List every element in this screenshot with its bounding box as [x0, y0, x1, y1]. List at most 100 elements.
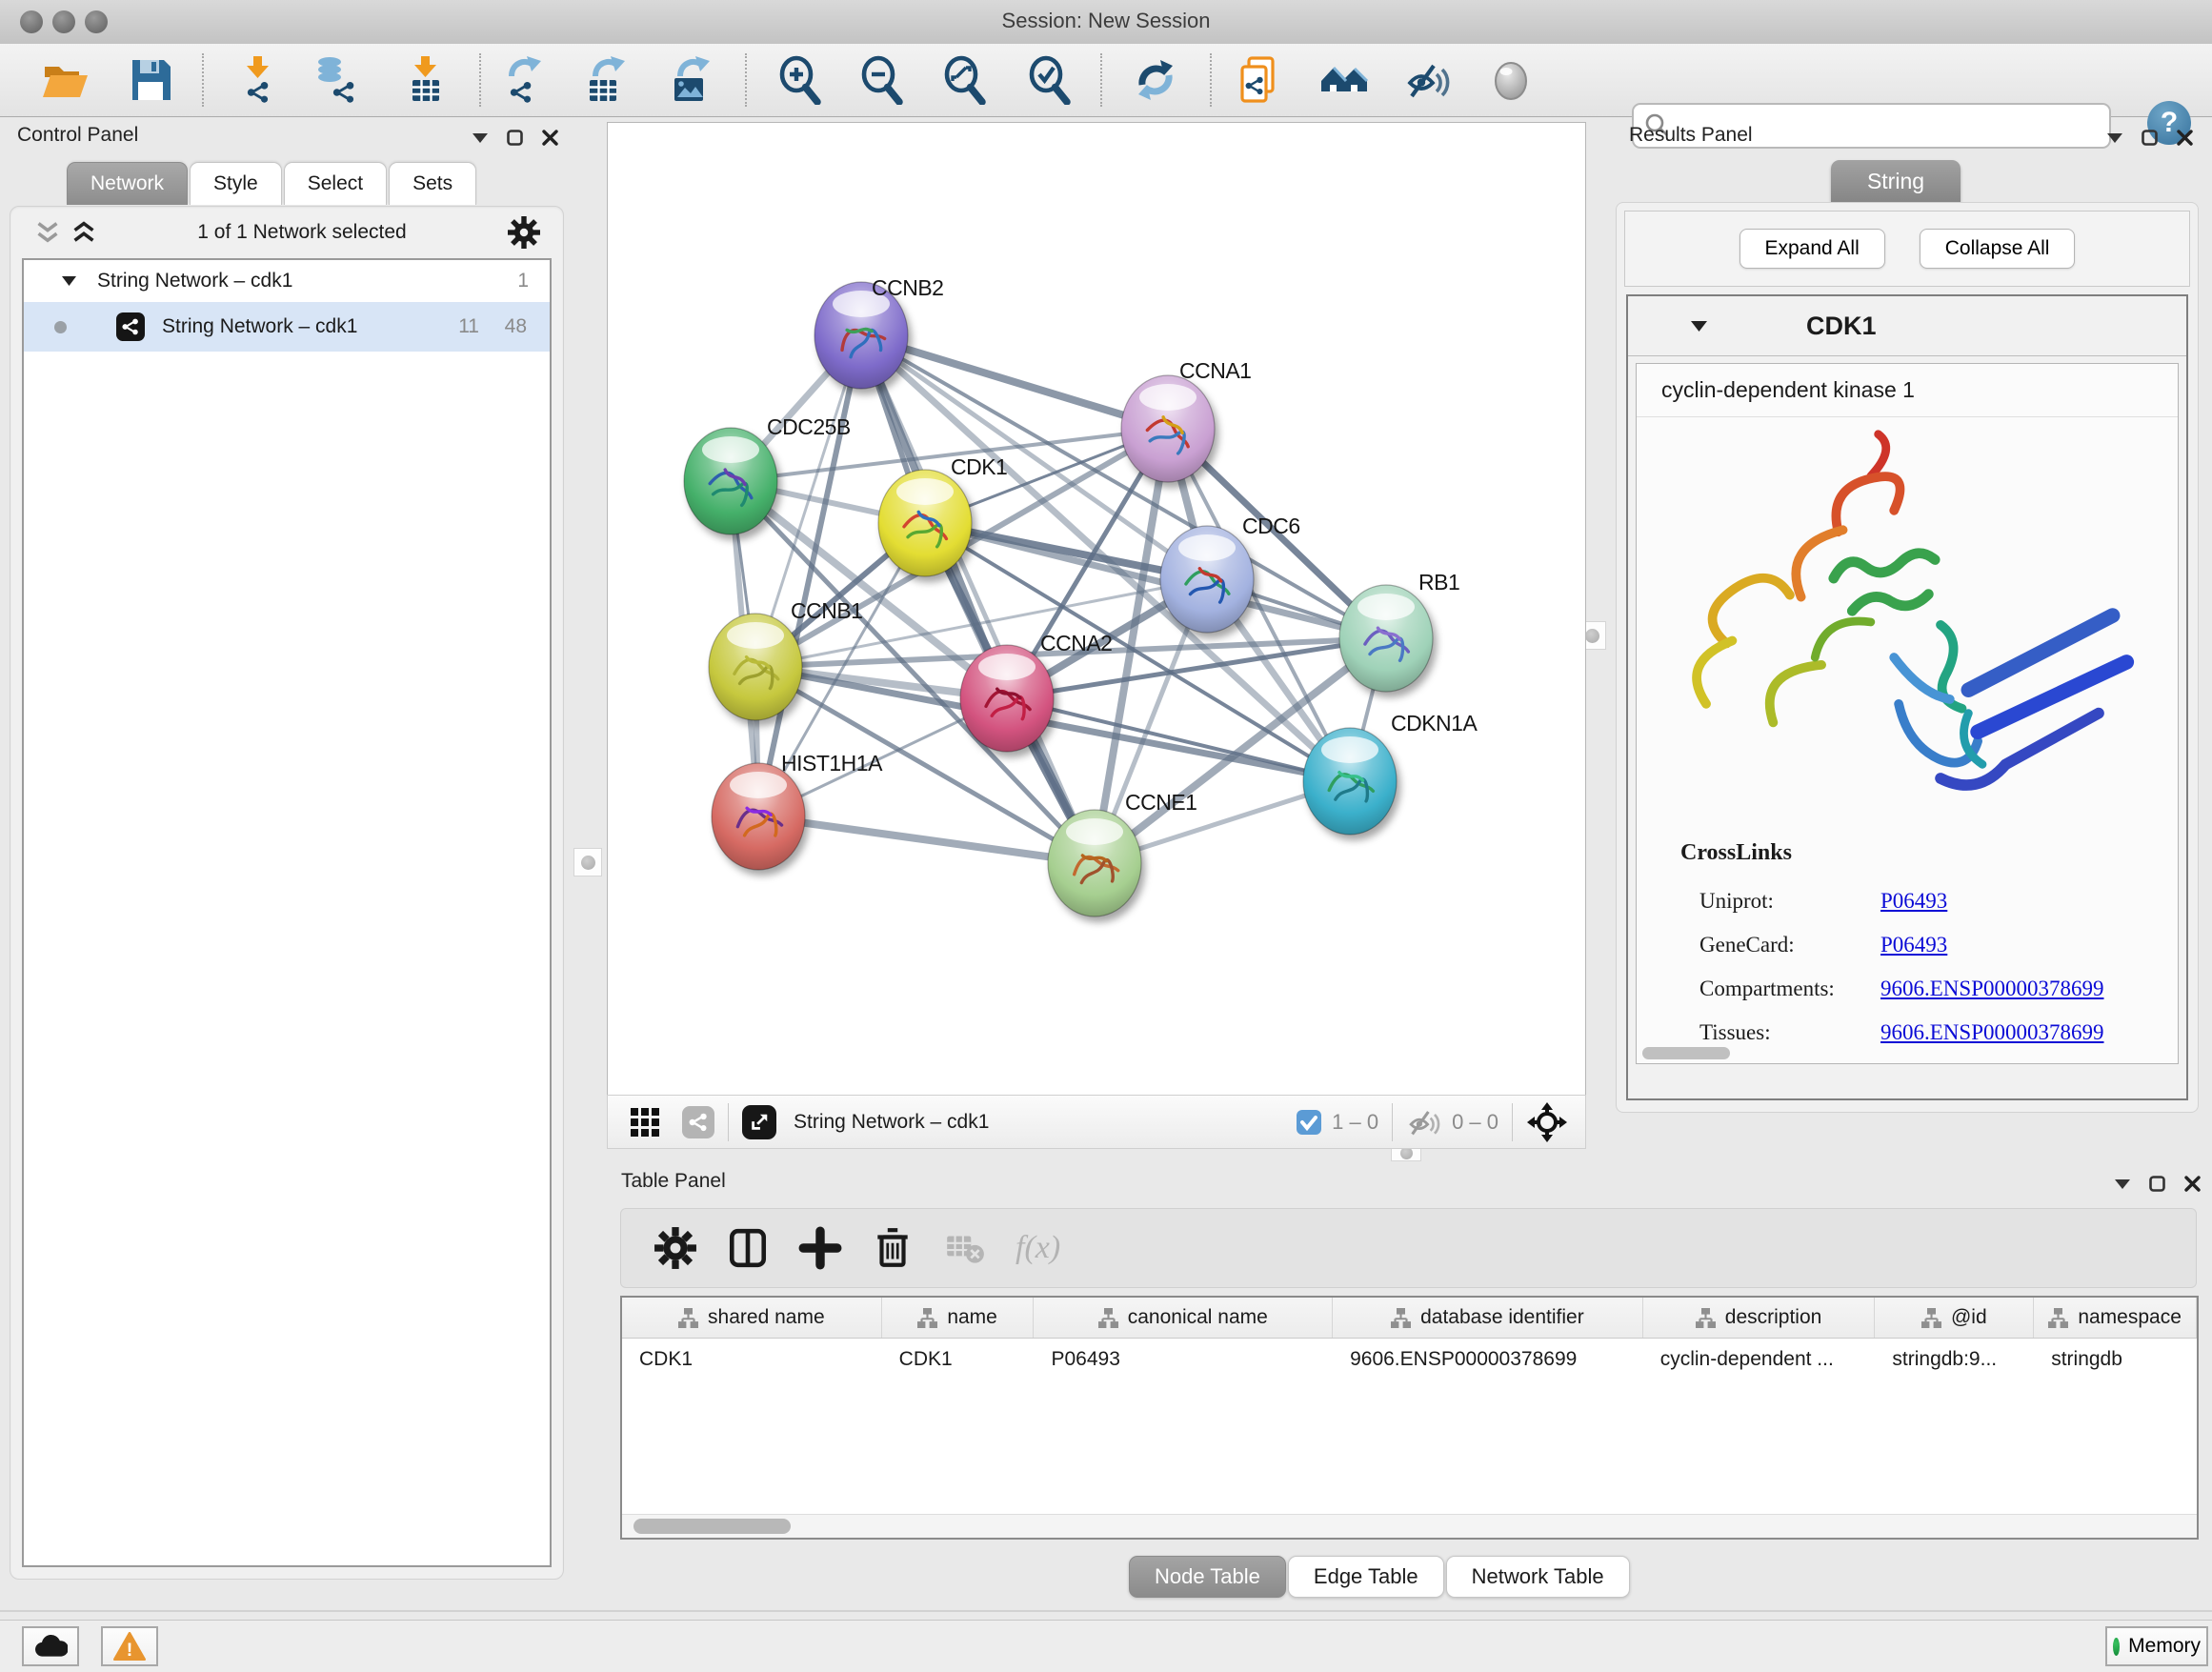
save-session-button[interactable] [126, 55, 175, 105]
network-node-rb1[interactable] [1339, 585, 1433, 692]
tab-node-table[interactable]: Node Table [1129, 1556, 1286, 1598]
delete-column-icon[interactable] [871, 1226, 915, 1270]
network-node-cdc6[interactable] [1160, 526, 1254, 633]
export-image-button[interactable] [665, 55, 714, 105]
crosslinks-list: Uniprot:P06493GeneCard:P06493Compartment… [1637, 879, 2178, 1064]
column-header-database-identifier[interactable]: database identifier [1333, 1298, 1643, 1338]
close-panel-icon[interactable] [2177, 130, 2193, 146]
crosslink-label: Uniprot: [1699, 879, 1880, 923]
update-button[interactable] [1131, 55, 1180, 105]
open-session-button[interactable] [40, 55, 90, 105]
network-options-gear-icon[interactable] [508, 216, 540, 249]
table-horizontal-scrollbar[interactable] [622, 1514, 2197, 1538]
network-node-ccnb1[interactable] [709, 614, 802, 720]
export-table-button[interactable] [582, 55, 632, 105]
export-network-button[interactable] [500, 55, 550, 105]
tab-network-table[interactable]: Network Table [1446, 1556, 1630, 1598]
network-row[interactable]: String Network – cdk1 11 48 [24, 302, 550, 352]
float-panel-icon[interactable] [2142, 130, 2158, 146]
column-header-description[interactable]: description [1643, 1298, 1876, 1338]
column-header-name[interactable]: name [882, 1298, 1035, 1338]
collapse-all-button[interactable]: Collapse All [1920, 229, 2076, 269]
network-node-cdc25b[interactable] [684, 428, 777, 534]
scrollbar-thumb[interactable] [633, 1519, 791, 1534]
import-network-button[interactable] [233, 55, 283, 105]
node-label-ccna1: CCNA1 [1179, 358, 1251, 383]
tab-select[interactable]: Select [284, 162, 387, 205]
zoom-out-button[interactable] [857, 55, 907, 105]
tab-style[interactable]: Style [190, 162, 282, 205]
table-cell: stringdb [2034, 1339, 2197, 1380]
tab-sets[interactable]: Sets [389, 162, 476, 205]
collection-label: String Network – cdk1 [97, 270, 292, 292]
network-view-title: String Network – cdk1 [794, 1111, 989, 1134]
table-row[interactable]: CDK1CDK1P064939606.ENSP00000378699cyclin… [622, 1339, 2197, 1380]
tree-column-icon [2048, 1308, 2068, 1328]
crosslink-genecard-link[interactable]: P06493 [1880, 933, 1947, 957]
toolbar-separator [1210, 53, 1212, 107]
zoom-selected-button[interactable] [1025, 55, 1075, 105]
entry-collapse-icon[interactable] [1691, 321, 1707, 332]
homes-button[interactable] [1319, 55, 1369, 105]
hide-unhide-button[interactable] [1403, 55, 1453, 105]
panel-menu-icon[interactable] [2115, 1179, 2130, 1189]
column-header-namespace[interactable]: namespace [2034, 1298, 2197, 1338]
selected-checkbox-icon[interactable] [1296, 1109, 1322, 1136]
warning-status-button[interactable]: ! [101, 1626, 158, 1666]
collection-expand-icon[interactable] [62, 276, 76, 286]
tab-edge-table[interactable]: Edge Table [1288, 1556, 1444, 1598]
network-node-ccna2[interactable] [960, 645, 1054, 752]
import-network-from-database-button[interactable] [313, 55, 363, 105]
detach-view-icon[interactable] [742, 1105, 776, 1139]
crosslink-label: GeneCard: [1699, 923, 1880, 967]
tab-string[interactable]: String [1831, 160, 1961, 202]
table-panel-tabs: Node TableEdge TableNetwork Table [1129, 1556, 1632, 1598]
birdseye-button[interactable] [1486, 55, 1536, 105]
network-edge[interactable] [861, 335, 1095, 863]
column-header--id[interactable]: @id [1875, 1298, 2034, 1338]
network-canvas[interactable]: CCNB2CCNA1CDC25BCDK1CDC6RB1CCNB1CCNA2CDK… [607, 122, 1586, 1096]
panel-menu-icon[interactable] [2107, 133, 2122, 143]
float-panel-icon[interactable] [507, 130, 523, 146]
import-table-button[interactable] [401, 55, 451, 105]
crosslink-uniprot-link[interactable]: P06493 [1880, 889, 1947, 913]
grid-view-icon[interactable] [629, 1106, 661, 1138]
tab-network[interactable]: Network [67, 162, 188, 205]
network-node-cdkn1a[interactable] [1303, 728, 1397, 835]
share-document-button[interactable] [1235, 55, 1284, 105]
panel-menu-icon[interactable] [473, 133, 488, 143]
birdseye-toggle-icon[interactable] [1526, 1101, 1568, 1143]
results-panel-title: Results Panel [1629, 124, 1753, 146]
control-panel-title: Control Panel [17, 124, 138, 146]
network-collection-row[interactable]: String Network – cdk1 1 [24, 260, 550, 302]
network-node-cdk1[interactable] [878, 470, 972, 576]
results-horizontal-scrollbar[interactable] [1642, 1047, 1730, 1059]
expand-all-button[interactable]: Expand All [1739, 229, 1885, 269]
expand-all-tree-icon[interactable] [71, 220, 96, 245]
network-edge[interactable] [861, 335, 1168, 429]
network-node-ccna1[interactable] [1121, 375, 1215, 482]
crosslinks-title: CrossLinks [1680, 840, 2178, 866]
network-node-ccne1[interactable] [1048, 810, 1141, 917]
share-view-icon[interactable] [682, 1106, 714, 1138]
node-label-ccne1: CCNE1 [1125, 790, 1196, 815]
show-columns-icon[interactable] [726, 1226, 770, 1270]
left-splitter-grip[interactable] [573, 848, 602, 876]
network-node-hist1h1a[interactable] [712, 763, 805, 870]
network-edge[interactable] [758, 816, 1095, 863]
add-column-icon[interactable] [798, 1226, 842, 1270]
cloud-status-button[interactable] [22, 1626, 79, 1666]
crosslink-compartments-link[interactable]: 9606.ENSP00000378699 [1880, 977, 2104, 1000]
close-panel-icon[interactable] [542, 130, 558, 146]
collapse-all-tree-icon[interactable] [35, 220, 60, 245]
zoom-fit-button[interactable] [940, 55, 990, 105]
float-panel-icon[interactable] [2149, 1176, 2165, 1192]
column-header-canonical-name[interactable]: canonical name [1034, 1298, 1333, 1338]
crosslink-tissues-link[interactable]: 9606.ENSP00000378699 [1880, 1020, 2104, 1044]
network-graph[interactable]: CCNB2CCNA1CDC25BCDK1CDC6RB1CCNB1CCNA2CDK… [608, 123, 1585, 1095]
close-panel-icon[interactable] [2184, 1176, 2201, 1192]
column-header-shared-name[interactable]: shared name [622, 1298, 882, 1338]
memory-button[interactable]: Memory [2105, 1626, 2208, 1666]
table-options-gear-icon[interactable] [654, 1226, 697, 1270]
zoom-in-button[interactable] [775, 55, 825, 105]
